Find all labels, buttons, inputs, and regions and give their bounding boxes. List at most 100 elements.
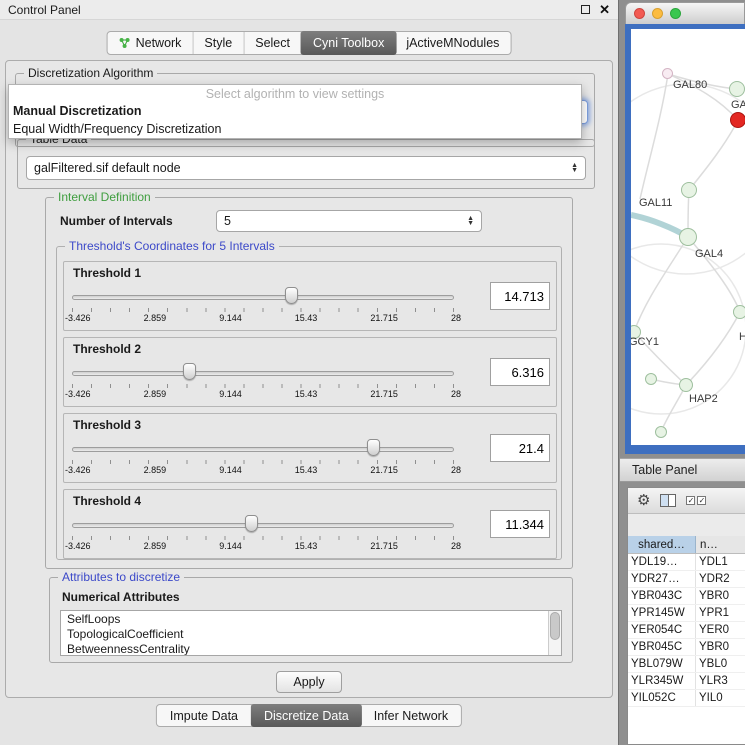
cell[interactable]: YBL079W bbox=[628, 656, 696, 672]
list-item[interactable]: TopologicalCoefficient bbox=[61, 626, 561, 641]
select-columns-icon[interactable]: ✓ ✓ bbox=[686, 496, 706, 505]
apply-button[interactable]: Apply bbox=[276, 671, 342, 693]
network-window-titlebar[interactable] bbox=[625, 2, 745, 24]
control-panel: Control Panel ✕ Network Style Select Cyn… bbox=[0, 0, 619, 745]
checkbox-icon: ✓ bbox=[697, 496, 706, 505]
slider-ticks bbox=[72, 536, 454, 540]
table-row[interactable]: YLR345WYLR3 bbox=[628, 673, 745, 690]
table-row[interactable]: YBR045CYBR0 bbox=[628, 639, 745, 656]
network-node[interactable] bbox=[645, 373, 657, 385]
threshold-3-slider[interactable] bbox=[72, 438, 454, 458]
cell[interactable]: YPR1 bbox=[696, 605, 745, 621]
panel-title: Control Panel bbox=[8, 3, 81, 17]
slider-rail[interactable] bbox=[72, 371, 454, 376]
table-row[interactable]: YDL19…YDL1 bbox=[628, 554, 745, 571]
cell[interactable]: YDL19… bbox=[628, 554, 696, 570]
slider-thumb[interactable] bbox=[285, 287, 298, 304]
scale-tick-label: 21.715 bbox=[370, 541, 398, 551]
table-data-group: Table Data galFiltered.sif default node … bbox=[17, 139, 595, 189]
list-scrollbar-thumb[interactable] bbox=[550, 612, 560, 640]
slider-thumb[interactable] bbox=[245, 515, 258, 532]
table-row[interactable]: YPR145WYPR1 bbox=[628, 605, 745, 622]
slider-ticks bbox=[72, 460, 454, 464]
popup-option-equal-width[interactable]: Equal Width/Frequency Discretization bbox=[9, 120, 581, 138]
cell[interactable]: YDL1 bbox=[696, 554, 745, 570]
threshold-1-slider[interactable] bbox=[72, 286, 454, 306]
network-node[interactable] bbox=[662, 68, 673, 79]
popup-option-manual-discretization[interactable]: Manual Discretization bbox=[9, 102, 581, 120]
slider-thumb[interactable] bbox=[367, 439, 380, 456]
columns-icon[interactable] bbox=[660, 494, 676, 507]
slider-rail[interactable] bbox=[72, 447, 454, 452]
threshold-2-box: Threshold 2 -3.4262.8599.14415.4321.7152… bbox=[63, 337, 557, 407]
minimize-traffic-light-icon[interactable] bbox=[652, 8, 663, 19]
column-header-name[interactable]: n… bbox=[696, 536, 745, 553]
threshold-2-value-field[interactable] bbox=[490, 358, 550, 386]
close-icon[interactable]: ✕ bbox=[599, 3, 610, 16]
table-header-row: shared… n… bbox=[628, 536, 745, 554]
cell[interactable]: YLR3 bbox=[696, 673, 745, 689]
tab-infer-network[interactable]: Infer Network bbox=[361, 705, 461, 726]
gear-icon[interactable]: ⚙ bbox=[637, 493, 650, 508]
float-window-icon[interactable] bbox=[581, 5, 590, 14]
cell[interactable]: YPR145W bbox=[628, 605, 696, 621]
close-traffic-light-icon[interactable] bbox=[634, 8, 645, 19]
node-label: H bbox=[739, 331, 745, 343]
table-row[interactable]: YBL079WYBL0 bbox=[628, 656, 745, 673]
slider-rail[interactable] bbox=[72, 523, 454, 528]
threshold-4-slider[interactable] bbox=[72, 514, 454, 534]
cell[interactable]: YER054C bbox=[628, 622, 696, 638]
slider-scale: -3.4262.8599.14415.4321.71528 bbox=[65, 389, 461, 399]
tab-impute-data[interactable]: Impute Data bbox=[157, 705, 252, 726]
threshold-4-value-field[interactable] bbox=[490, 510, 550, 538]
scale-tick-label: 9.144 bbox=[219, 541, 242, 551]
threshold-2-slider[interactable] bbox=[72, 362, 454, 382]
num-intervals-combobox[interactable]: 5 ▲▼ bbox=[216, 210, 482, 232]
cell[interactable]: YBR0 bbox=[696, 588, 745, 604]
cell[interactable]: YIL052C bbox=[628, 690, 696, 706]
tab-style[interactable]: Style bbox=[193, 32, 244, 54]
network-node[interactable] bbox=[681, 182, 697, 198]
cell[interactable]: YDR2 bbox=[696, 571, 745, 587]
scale-tick-label: 9.144 bbox=[219, 389, 242, 399]
threshold-1-value-field[interactable] bbox=[490, 282, 550, 310]
list-item[interactable]: SelfLoops bbox=[61, 611, 561, 626]
network-canvas[interactable]: GAL80 GA GAL11 GAL4 GCY1 HAP2 H bbox=[631, 29, 745, 445]
cell[interactable]: YIL0 bbox=[696, 690, 745, 706]
tab-select[interactable]: Select bbox=[244, 32, 302, 54]
tab-cyni-toolbox[interactable]: Cyni Toolbox bbox=[301, 31, 396, 55]
network-node[interactable] bbox=[655, 426, 667, 438]
cell[interactable]: YER0 bbox=[696, 622, 745, 638]
scale-tick-label: 28 bbox=[451, 465, 461, 475]
thresholds-group: Threshold's Coordinates for 5 Intervals … bbox=[56, 246, 562, 560]
threshold-3-value-field[interactable] bbox=[490, 434, 550, 462]
cell[interactable]: YBR0 bbox=[696, 639, 745, 655]
tab-jactivemnodules[interactable]: jActiveMNodules bbox=[395, 32, 510, 54]
slider-thumb[interactable] bbox=[183, 363, 196, 380]
column-header-shared-name[interactable]: shared… bbox=[628, 536, 696, 553]
tab-discretize-data[interactable]: Discretize Data bbox=[251, 704, 362, 727]
cell[interactable]: YLR345W bbox=[628, 673, 696, 689]
selected-network-node[interactable] bbox=[730, 112, 745, 128]
cell[interactable]: YBR045C bbox=[628, 639, 696, 655]
list-item[interactable]: BetweennessCentrality bbox=[61, 641, 561, 656]
node-label: GAL80 bbox=[673, 79, 707, 91]
scale-tick-label: 2.859 bbox=[144, 541, 167, 551]
table-data-combobox[interactable]: galFiltered.sif default node ▲▼ bbox=[26, 156, 586, 180]
network-node[interactable] bbox=[733, 305, 745, 319]
table-row[interactable]: YER054CYER0 bbox=[628, 622, 745, 639]
tab-network[interactable]: Network bbox=[108, 32, 194, 54]
table-row[interactable]: YBR043CYBR0 bbox=[628, 588, 745, 605]
network-node[interactable] bbox=[679, 228, 697, 246]
slider-rail[interactable] bbox=[72, 295, 454, 300]
cell[interactable]: YDR27… bbox=[628, 571, 696, 587]
cell[interactable]: YBL0 bbox=[696, 656, 745, 672]
network-node[interactable] bbox=[679, 378, 693, 392]
zoom-traffic-light-icon[interactable] bbox=[670, 8, 681, 19]
list-scrollbar[interactable] bbox=[548, 611, 561, 655]
table-row[interactable]: YIL052CYIL0 bbox=[628, 690, 745, 707]
cell[interactable]: YBR043C bbox=[628, 588, 696, 604]
scale-tick-label: -3.426 bbox=[65, 389, 91, 399]
table-row[interactable]: YDR27…YDR2 bbox=[628, 571, 745, 588]
network-node[interactable] bbox=[729, 81, 745, 97]
